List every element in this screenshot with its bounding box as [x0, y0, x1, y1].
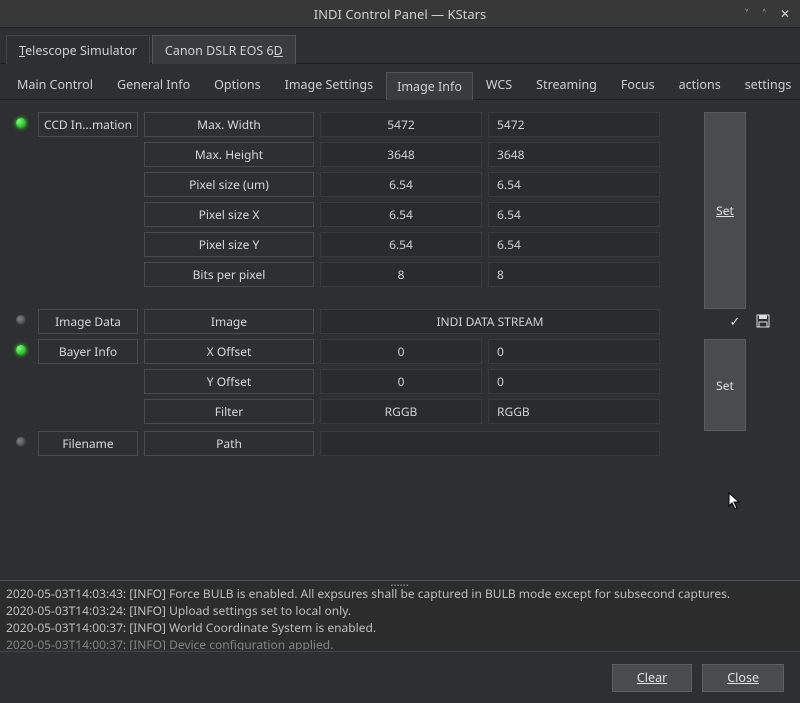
- title-bar: INDI Control Panel — KStars ˅ ˄ ✕: [0, 0, 800, 28]
- window-title: INDI Control Panel — KStars: [314, 5, 486, 23]
- log-line: 2020-05-03T14:03:24: [INFO] Upload setti…: [6, 602, 794, 619]
- row-bayer-x-offset: Bayer Info X Offset 0 0: [16, 339, 700, 364]
- value-readonly: 3648: [320, 142, 482, 167]
- value-readonly: RGGB: [320, 399, 482, 424]
- group-label-filename: Filename: [38, 431, 138, 456]
- tab-wcs[interactable]: WCS: [475, 70, 523, 99]
- mouse-cursor-icon: [728, 492, 742, 515]
- row-ccd-pixel-size-y: Pixel size Y 6.54 6.54: [16, 232, 700, 257]
- tab-settings[interactable]: settings: [734, 70, 800, 99]
- row-ccd-bits-per-pixel: Bits per pixel 8 8: [16, 262, 700, 287]
- row-bayer-y-offset: Y Offset 0 0: [16, 369, 700, 394]
- prop-label: Path: [144, 431, 314, 456]
- tab-canon-dslr[interactable]: Canon DSLR EOS 6D: [152, 35, 296, 64]
- device-tabs: Telescope Simulator Canon DSLR EOS 6D: [0, 28, 800, 64]
- minimize-icon[interactable]: ˅: [745, 5, 748, 22]
- value-readonly: 0: [320, 369, 482, 394]
- row-ccd-pixel-size: Pixel size (um) 6.54 6.54: [16, 172, 700, 197]
- value-readonly: 6.54: [320, 232, 482, 257]
- prop-label: X Offset: [144, 339, 314, 364]
- value-input[interactable]: RGGB: [488, 399, 660, 424]
- group-label-bayer: Bayer Info: [38, 339, 138, 364]
- value-input[interactable]: 3648: [488, 142, 660, 167]
- close-icon[interactable]: ✕: [780, 5, 790, 22]
- save-blob-icon[interactable]: [754, 312, 772, 330]
- splitter-grip-icon[interactable]: ▪▪▪▪▪▪: [0, 580, 800, 581]
- tab-image-settings[interactable]: Image Settings: [274, 70, 385, 99]
- close-button[interactable]: Close: [702, 664, 784, 692]
- prop-label: Filter: [144, 399, 314, 424]
- log-line: 2020-05-03T14:00:37: [INFO] World Coordi…: [6, 619, 794, 636]
- tab-focus[interactable]: Focus: [610, 70, 666, 99]
- set-button-ccd[interactable]: Set: [704, 112, 746, 309]
- value-readonly: 5472: [320, 112, 482, 137]
- tab-general-info[interactable]: General Info: [106, 70, 201, 99]
- log-line: 2020-05-03T14:00:37: [INFO] Device confi…: [6, 636, 794, 650]
- value-input[interactable]: 8: [488, 262, 660, 287]
- value-filename-path[interactable]: [320, 431, 660, 456]
- value-input[interactable]: 6.54: [488, 172, 660, 197]
- prop-label: Pixel size Y: [144, 232, 314, 257]
- row-ccd-pixel-size-x: Pixel size X 6.54 6.54: [16, 202, 700, 227]
- set-button-bayer[interactable]: Set: [704, 339, 746, 431]
- prop-label: Max. Width: [144, 112, 314, 137]
- value-readonly: 8: [320, 262, 482, 287]
- prop-label: Bits per pixel: [144, 262, 314, 287]
- value-input[interactable]: 0: [488, 369, 660, 394]
- group-label-ccd-info: CCD In...mation: [38, 112, 138, 137]
- tab-actions[interactable]: actions: [668, 70, 732, 99]
- row-filename: Filename Path: [16, 431, 796, 456]
- maximize-icon[interactable]: ˄: [763, 5, 766, 22]
- value-input[interactable]: 6.54: [488, 232, 660, 257]
- value-readonly: 6.54: [320, 172, 482, 197]
- prop-label: Image: [144, 309, 314, 334]
- row-image-data: Image Data Image INDI DATA STREAM ✓: [16, 309, 796, 334]
- value-input[interactable]: 5472: [488, 112, 660, 137]
- property-tabs: Main Control General Info Options Image …: [0, 64, 800, 100]
- row-ccd-max-height: Max. Height 3648 3648: [16, 142, 700, 167]
- value-image-stream[interactable]: INDI DATA STREAM: [320, 309, 660, 334]
- tab-image-info[interactable]: Image Info: [386, 72, 473, 100]
- log-panel[interactable]: ▪▪▪▪▪▪ 2020-05-03T14:03:43: [INFO] Force…: [0, 580, 800, 650]
- value-input[interactable]: 6.54: [488, 202, 660, 227]
- led-bayer: [16, 345, 26, 355]
- value-input[interactable]: 0: [488, 339, 660, 364]
- tab-options[interactable]: Options: [203, 70, 271, 99]
- row-ccd-max-width: CCD In...mation Max. Width 5472 5472: [16, 112, 700, 137]
- bottom-bar: Clear Close: [0, 651, 800, 703]
- tab-telescope-simulator[interactable]: Telescope Simulator: [6, 35, 150, 64]
- led-image-data: [16, 315, 26, 325]
- prop-label: Y Offset: [144, 369, 314, 394]
- main-panel: CCD In...mation Max. Width 5472 5472 Max…: [0, 100, 800, 456]
- enable-blob-checkbox[interactable]: ✓: [726, 312, 744, 330]
- group-label-image-data: Image Data: [38, 309, 138, 334]
- prop-label: Pixel size (um): [144, 172, 314, 197]
- led-filename: [16, 437, 26, 447]
- clear-button[interactable]: Clear: [612, 664, 692, 692]
- row-bayer-filter: Filter RGGB RGGB: [16, 399, 700, 424]
- led-ccd-info: [16, 118, 26, 128]
- prop-label: Pixel size X: [144, 202, 314, 227]
- window-controls: ˅ ˄ ✕: [745, 5, 790, 22]
- value-readonly: 0: [320, 339, 482, 364]
- prop-label: Max. Height: [144, 142, 314, 167]
- tab-streaming[interactable]: Streaming: [525, 70, 608, 99]
- value-readonly: 6.54: [320, 202, 482, 227]
- tab-main-control[interactable]: Main Control: [6, 70, 104, 99]
